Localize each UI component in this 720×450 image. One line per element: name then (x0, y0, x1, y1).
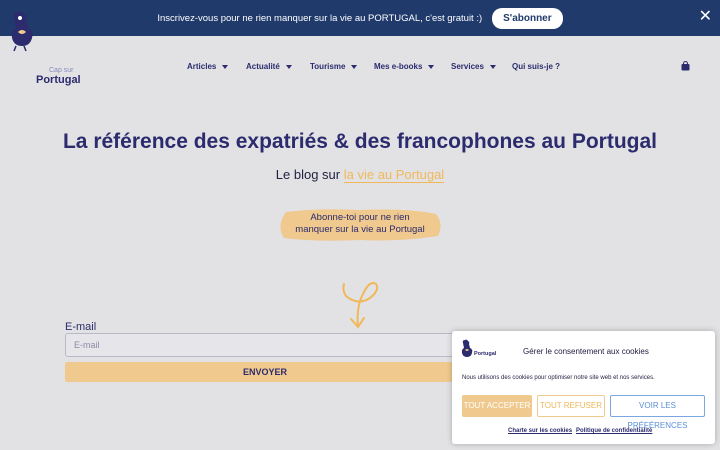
logo-text-small: Cap sur (49, 67, 74, 74)
chevron-down-icon (285, 64, 292, 69)
site-header (0, 36, 720, 96)
rooster-logo-icon (461, 339, 473, 357)
chevron-down-icon (489, 64, 496, 69)
shopping-bag-icon[interactable] (681, 61, 690, 71)
chevron-down-icon (351, 64, 358, 69)
cta-line-2: manquer sur la vie au Portugal (295, 224, 425, 235)
accept-all-button[interactable]: TOUT ACCEPTER (462, 395, 532, 417)
nav-item-services[interactable]: Services (451, 62, 496, 71)
view-preferences-button[interactable]: VOIR LES PRÉFÉRENCES (610, 395, 705, 430)
logo-text[interactable]: Portugal (36, 74, 81, 86)
cookie-description: Nous utilisons des cookies pour optimise… (462, 375, 655, 381)
send-button[interactable]: ENVOYER (65, 362, 465, 382)
refuse-all-button[interactable]: TOUT REFUSER (537, 395, 605, 417)
cookie-charter-link[interactable]: Charte sur les cookies (508, 428, 572, 434)
page-title: La référence des expatriés & des francop… (62, 130, 658, 153)
hero-subtitle: Le blog sur la vie au Portugal (0, 167, 720, 183)
cookie-logo-text: Portugal (474, 351, 497, 357)
arrow-down-doodle-icon (342, 282, 379, 329)
subtitle-prefix: Le blog sur (275, 167, 344, 182)
nav-item-articles[interactable]: Articles (187, 62, 229, 71)
nav-item-tourisme[interactable]: Tourisme (310, 62, 358, 71)
subtitle-highlight: la vie au Portugal (343, 167, 445, 183)
email-field[interactable] (65, 333, 465, 357)
privacy-policy-link[interactable]: Politique de confidentialité (576, 428, 652, 434)
nav-item-actualite[interactable]: Actualité (246, 62, 292, 71)
subscribe-cta[interactable]: Abonne-toi pour ne rien manquer sur la v… (280, 212, 440, 236)
cookie-consent-dialog: Portugal Gérer le consentement aux cooki… (452, 331, 715, 444)
banner-text: Inscrivez-vous pour ne rien manquer sur … (157, 12, 483, 24)
cookie-title: Gérer le consentement aux cookies (523, 347, 649, 356)
chevron-down-icon (222, 64, 229, 69)
top-banner: Inscrivez-vous pour ne rien manquer sur … (0, 0, 720, 36)
close-icon[interactable]: ✕ (699, 9, 712, 25)
nav-item-ebooks[interactable]: Mes e-books (374, 62, 435, 71)
nav-item-about[interactable]: Qui suis-je ? (512, 62, 560, 71)
rooster-logo-icon[interactable] (8, 10, 88, 52)
chevron-down-icon (428, 64, 435, 69)
cta-line-1: Abonne-toi pour ne rien (310, 212, 410, 223)
email-label: E-mail (65, 321, 97, 333)
subscribe-button[interactable]: S'abonner (492, 7, 563, 29)
